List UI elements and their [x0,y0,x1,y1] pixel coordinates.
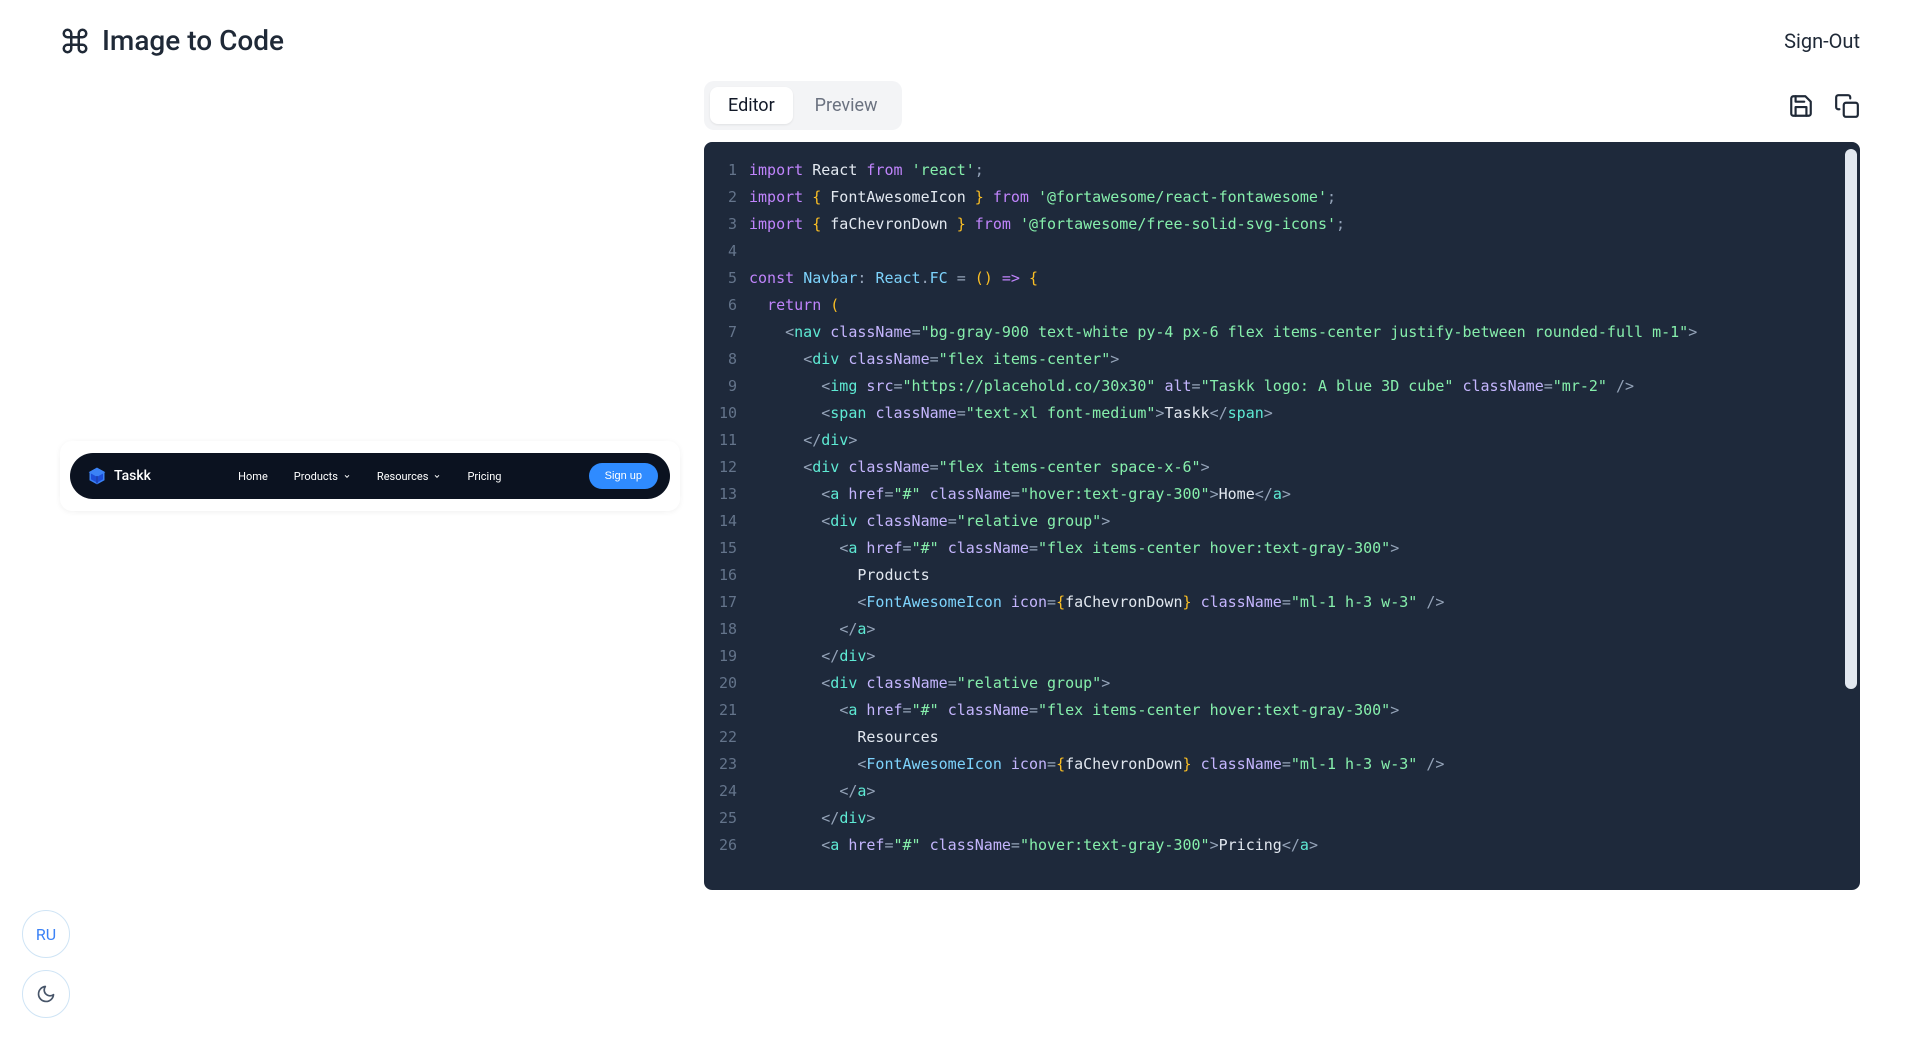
app-title: Image to Code [102,24,284,57]
nav-link-pricing[interactable]: Pricing [467,470,501,483]
view-tabs: Editor Preview [704,81,902,130]
brand: Image to Code [60,24,284,57]
nav-link-home[interactable]: Home [238,470,268,483]
code-content[interactable]: import React from 'react';import { FontA… [749,157,1859,889]
chevron-down-icon [433,472,441,480]
line-gutter: 1234567891011121314151617181920212223242… [705,157,749,889]
tabs-row: Editor Preview [704,81,1860,130]
code-pane: Editor Preview 1234567891011121314151617… [704,81,1860,890]
nav-link-resources-label: Resources [377,470,429,483]
preview-card: Taskk Home Products Resources Pricing Si… [60,441,680,511]
copy-icon[interactable] [1834,93,1860,119]
signup-button[interactable]: Sign up [589,463,658,489]
tab-preview[interactable]: Preview [797,87,896,124]
nav-link-resources[interactable]: Resources [377,470,442,483]
app-header: Image to Code Sign-Out [0,0,1920,81]
save-icon[interactable] [1788,93,1814,119]
user-avatar-badge[interactable]: RU [22,910,70,958]
preview-navbar: Taskk Home Products Resources Pricing Si… [70,453,670,499]
tab-editor[interactable]: Editor [710,87,793,124]
editor-actions [1788,93,1860,119]
nav-link-products-label: Products [294,470,338,483]
signout-link[interactable]: Sign-Out [1784,29,1860,53]
theme-toggle[interactable] [22,970,70,1018]
main-content: Taskk Home Products Resources Pricing Si… [0,81,1920,890]
code-editor[interactable]: 1234567891011121314151617181920212223242… [704,142,1860,890]
image-preview-pane: Taskk Home Products Resources Pricing Si… [60,81,680,890]
nav-brand-group: Taskk [88,467,151,485]
chevron-down-icon [343,472,351,480]
nav-brand-text: Taskk [114,468,151,484]
nav-link-products[interactable]: Products [294,470,351,483]
moon-icon [36,984,56,1004]
nav-links: Home Products Resources Pricing [238,470,501,483]
command-icon [60,26,90,56]
floating-controls: RU [22,910,70,1018]
cube-icon [88,467,106,485]
scrollbar-thumb[interactable] [1845,149,1857,689]
